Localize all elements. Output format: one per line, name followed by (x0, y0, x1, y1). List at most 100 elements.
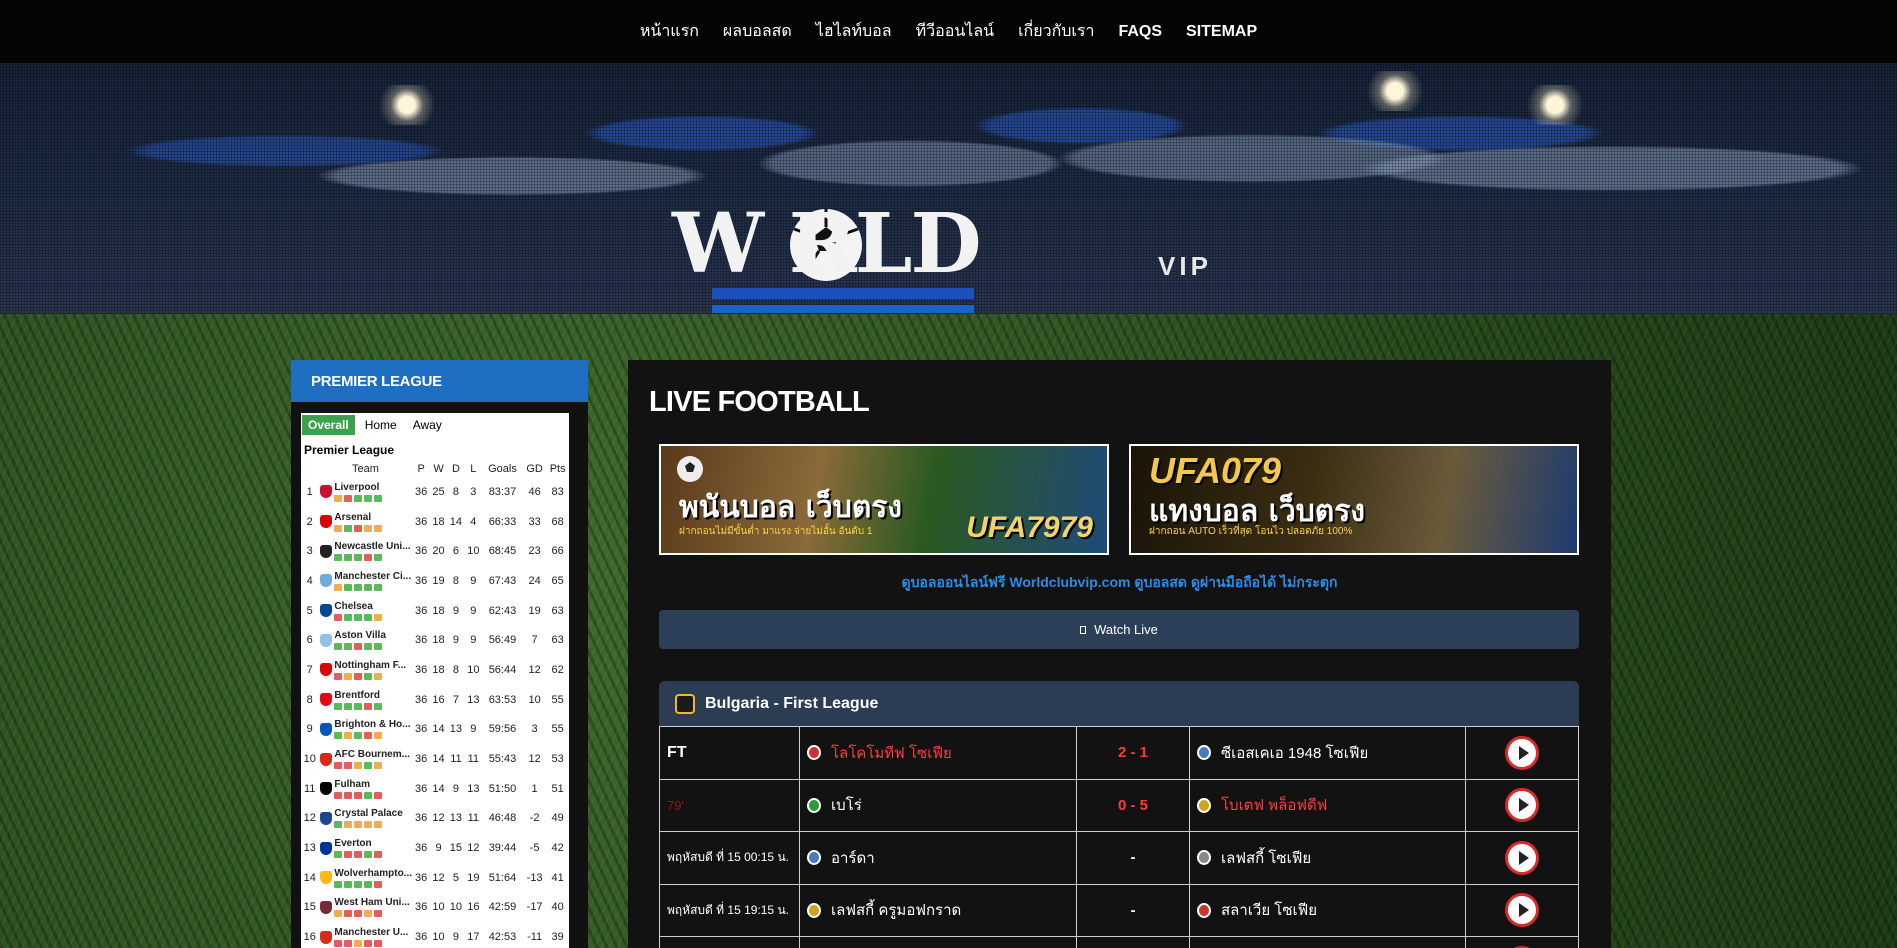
form-badge: D (374, 613, 383, 621)
standings-row[interactable]: 12 Crystal Palace WDDDD 36 12 13 11 46:4… (301, 804, 569, 834)
logo-stripe (712, 288, 974, 299)
away-team-name: ซีเอสเคเอ 1948 โซเฟีย (1221, 744, 1369, 762)
form-badge: D (354, 762, 363, 770)
form-badge: W (334, 821, 343, 829)
team-name[interactable]: Liverpool (334, 482, 412, 494)
team-name[interactable]: Chelsea (334, 601, 412, 613)
team-form: DLWWW (334, 494, 412, 502)
team-name[interactable]: Manchester Ci... (334, 571, 412, 583)
play-button[interactable] (1505, 840, 1539, 875)
nav-highlights[interactable]: ไฮไลท์บอล (816, 15, 892, 48)
home-team-name: เบโร่ (831, 797, 862, 815)
standings-row[interactable]: 8 Brentford WWWLW 36 16 7 13 63:53 10 55 (301, 685, 569, 715)
team-drawn: 9 (452, 782, 459, 795)
team-drawn: 6 (452, 545, 459, 558)
team-position: 2 (306, 515, 313, 528)
match-time: พฤหัสบดี ที่ 15 00:15 น. (667, 850, 789, 865)
form-badge: L (354, 791, 363, 799)
team-won: 18 (432, 515, 445, 528)
nav-tv-online[interactable]: ทีวีออนไลน์ (916, 15, 994, 48)
team-position: 15 (303, 901, 316, 914)
match-time: พฤหัสบดี ที่ 15 19:15 น. (667, 902, 789, 917)
match-row[interactable]: 79' เบโร่ 0 - 5 โบเตฟ พล็อฟดีฟ (659, 778, 1579, 832)
standings-row[interactable]: 1 Liverpool DLWWW 36 25 8 3 83:37 46 83 (301, 477, 569, 507)
team-lost: 16 (467, 901, 480, 914)
form-badge: W (334, 732, 343, 740)
standings-row[interactable]: 3 Newcastle Uni... WWWLW 36 20 6 10 68:4… (301, 536, 569, 566)
team-name[interactable]: West Ham Uni... (334, 897, 412, 909)
team-name[interactable]: Wolverhampto... (334, 868, 412, 880)
tab-overall[interactable]: Overall (302, 415, 355, 435)
logo-wordmark: W RLD (672, 196, 982, 292)
standings-row[interactable]: 15 West Ham Uni... DLLDL 36 10 10 16 42:… (301, 893, 569, 923)
standings-row[interactable]: 11 Fulham LLLWL 36 14 9 13 51:50 1 51 (301, 774, 569, 804)
standings-row[interactable]: 13 Everton WLLWL 36 9 15 12 39:44 -5 42 (301, 833, 569, 863)
play-button[interactable] (1505, 893, 1539, 928)
team-name[interactable]: Everton (334, 838, 412, 850)
standings-row[interactable]: 4 Manchester Ci... DWWWW 36 19 8 9 67:43… (301, 566, 569, 596)
team-name[interactable]: Newcastle Uni... (334, 541, 412, 553)
team-points: 63 (551, 604, 564, 617)
nav-live-scores[interactable]: ผลบอลสด (723, 15, 792, 48)
standings-row[interactable]: 7 Nottingham F... LDLWD 36 18 8 10 56:44… (301, 655, 569, 685)
play-icon (1518, 850, 1529, 865)
standings-row[interactable]: 9 Brighton & Ho... WDWLD 36 14 13 9 59:5… (301, 715, 569, 745)
team-name[interactable]: Aston Villa (334, 630, 412, 642)
standings-row[interactable]: 10 AFC Bournem... LLDWD 36 14 11 11 55:4… (301, 744, 569, 774)
team-name[interactable]: Nottingham F... (334, 660, 412, 672)
team-position: 8 (306, 693, 313, 706)
match-row[interactable]: พฤหัสบดี ที่ 15 19:15 น. เลฟสกี้ ครูมอฟก… (659, 883, 1579, 937)
home-team-badge-icon (807, 745, 821, 761)
watch-live-button[interactable]: Watch Live (659, 610, 1579, 649)
form-badge: L (374, 910, 383, 918)
form-badge: L (374, 940, 383, 948)
team-name[interactable]: Arsenal (334, 512, 412, 524)
tab-home[interactable]: Home (359, 415, 403, 435)
play-button[interactable] (1505, 735, 1539, 770)
form-badge: D (374, 524, 383, 532)
team-name[interactable]: AFC Bournem... (334, 749, 412, 761)
nav-home[interactable]: หน้าแรก (640, 15, 699, 48)
logo-stripe (712, 305, 974, 313)
team-played: 36 (414, 753, 428, 766)
standings-row[interactable]: 2 Arsenal DWLDD 36 18 14 4 66:33 33 68 (301, 507, 569, 537)
team-name[interactable]: Brentford (334, 690, 412, 702)
standings-row[interactable]: 14 Wolverhampto... WWWWL 36 12 5 19 51:6… (301, 863, 569, 893)
form-badge: L (374, 851, 383, 859)
team-name[interactable]: Fulham (334, 779, 412, 791)
play-button[interactable] (1505, 788, 1539, 823)
col-pts: Pts (549, 463, 566, 475)
nav-sitemap[interactable]: SITEMAP (1186, 19, 1257, 45)
team-name[interactable]: Manchester U... (334, 927, 412, 939)
team-name[interactable]: Brighton & Ho... (334, 719, 412, 731)
team-crest-icon (320, 515, 333, 529)
match-row[interactable]: พฤหัสบดี ที่ 15 (659, 936, 1579, 948)
team-name[interactable]: Crystal Palace (334, 808, 412, 820)
ad-banner-ufa079[interactable]: UFA079 แทงบอล เว็บตรง ฝากถอน AUTO เร็วที… (1129, 444, 1579, 555)
standings-row[interactable]: 6 Aston Villa WWLWW 36 18 9 9 56:49 7 63 (301, 625, 569, 655)
standings-title: Premier League (304, 443, 395, 457)
nav-about[interactable]: เกี่ยวกับเรา (1018, 15, 1094, 48)
site-tagline[interactable]: ดูบอลออนไลน์ฟรี Worldclubvip.com ดูบอลสด… (628, 572, 1611, 594)
form-badge: W (334, 702, 343, 710)
standings-row[interactable]: 5 Chelsea LWWWD 36 18 9 9 62:43 19 63 (301, 596, 569, 626)
team-won: 9 (435, 842, 442, 855)
match-row[interactable]: พฤหัสบดี ที่ 15 00:15 น. อาร์ดา - เลฟสกี… (659, 831, 1579, 885)
ad-banner-ufa7979[interactable]: พนันบอล เว็บตรง ฝากถอนไม่มีขั้นต่ำ มาแรง… (659, 444, 1109, 555)
nav-faqs[interactable]: FAQS (1118, 19, 1162, 45)
col-pos (301, 461, 318, 477)
tab-away[interactable]: Away (407, 415, 448, 435)
match-row[interactable]: FT โลโคโมทีฟ โซเฟีย 2 - 1 ซีเอสเคเอ 1948… (659, 726, 1579, 780)
standings-row[interactable]: 16 Manchester U... LLDLL 36 10 9 17 42:5… (301, 922, 569, 948)
team-points: 65 (551, 574, 564, 587)
play-icon (1518, 903, 1529, 918)
form-badge: W (354, 494, 363, 502)
team-form: WDDDD (334, 821, 412, 829)
form-badge: W (334, 880, 343, 888)
team-goals: 42:59 (488, 901, 517, 914)
form-badge: W (334, 554, 343, 562)
team-crest-icon (320, 930, 333, 944)
form-badge: W (364, 583, 373, 591)
team-crest-icon (320, 693, 333, 707)
team-form: WWWLW (334, 702, 412, 710)
